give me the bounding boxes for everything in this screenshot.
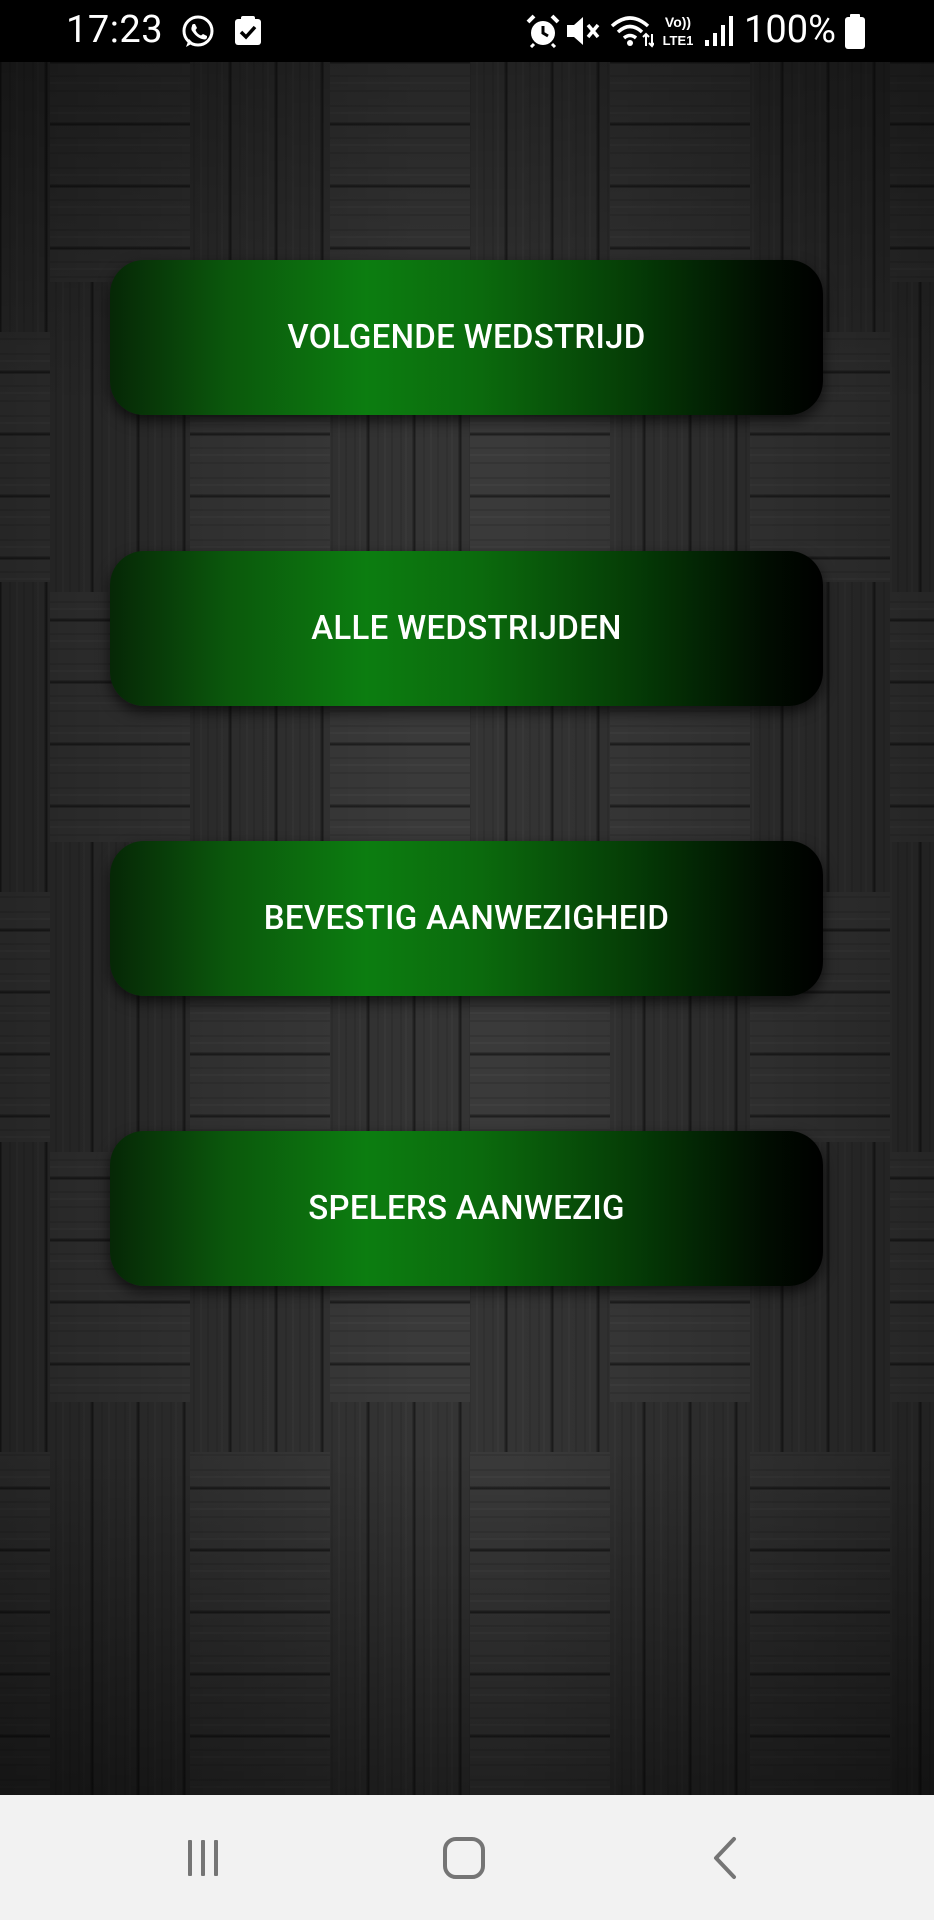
- navigation-bar: [0, 1795, 934, 1920]
- confirm-attendance-button[interactable]: BEVESTIG AANWEZIGHEID: [110, 841, 823, 996]
- players-present-button[interactable]: SPELERS AANWEZIG: [110, 1131, 823, 1286]
- network-type-label: LTE1: [663, 33, 694, 48]
- back-icon: [714, 1836, 736, 1879]
- next-match-button[interactable]: VOLGENDE WEDSTRIJD: [110, 260, 823, 415]
- status-time: 17:23: [66, 8, 164, 52]
- whatsapp-icon: [182, 15, 214, 47]
- app-content: VOLGENDE WEDSTRIJD ALLE WEDSTRIJDEN BEVE…: [0, 62, 934, 1795]
- signal-icon: [705, 16, 733, 46]
- battery-percentage: 100%: [744, 8, 836, 52]
- status-bar: 17:23 Vo)) LTE1 100%: [0, 0, 934, 62]
- home-icon: [443, 1836, 485, 1879]
- alarm-icon: [526, 14, 560, 48]
- mute-icon: [567, 17, 600, 45]
- back-button[interactable]: [651, 1795, 801, 1920]
- screen: 17:23 Vo)) LTE1 100% VOLGENDE WEDSTRIJD …: [0, 0, 934, 1920]
- home-button[interactable]: [389, 1795, 539, 1920]
- svg-text:Vo)): Vo)): [665, 14, 691, 30]
- all-matches-button[interactable]: ALLE WEDSTRIJDEN: [110, 551, 823, 706]
- next-match-button-label: VOLGENDE WEDSTRIJD: [287, 318, 646, 357]
- battery-icon: [845, 14, 865, 49]
- all-matches-button-label: ALLE WEDSTRIJDEN: [311, 609, 622, 648]
- recent-apps-button[interactable]: [128, 1795, 278, 1920]
- players-present-button-label: SPELERS AANWEZIG: [308, 1189, 625, 1228]
- wifi-icon: [610, 16, 654, 48]
- recent-apps-icon: [188, 1839, 218, 1876]
- volte-lte-icon: Vo)) LTE1: [663, 14, 694, 48]
- confirm-attendance-button-label: BEVESTIG AANWEZIGHEID: [263, 899, 670, 938]
- task-check-icon: [235, 16, 261, 45]
